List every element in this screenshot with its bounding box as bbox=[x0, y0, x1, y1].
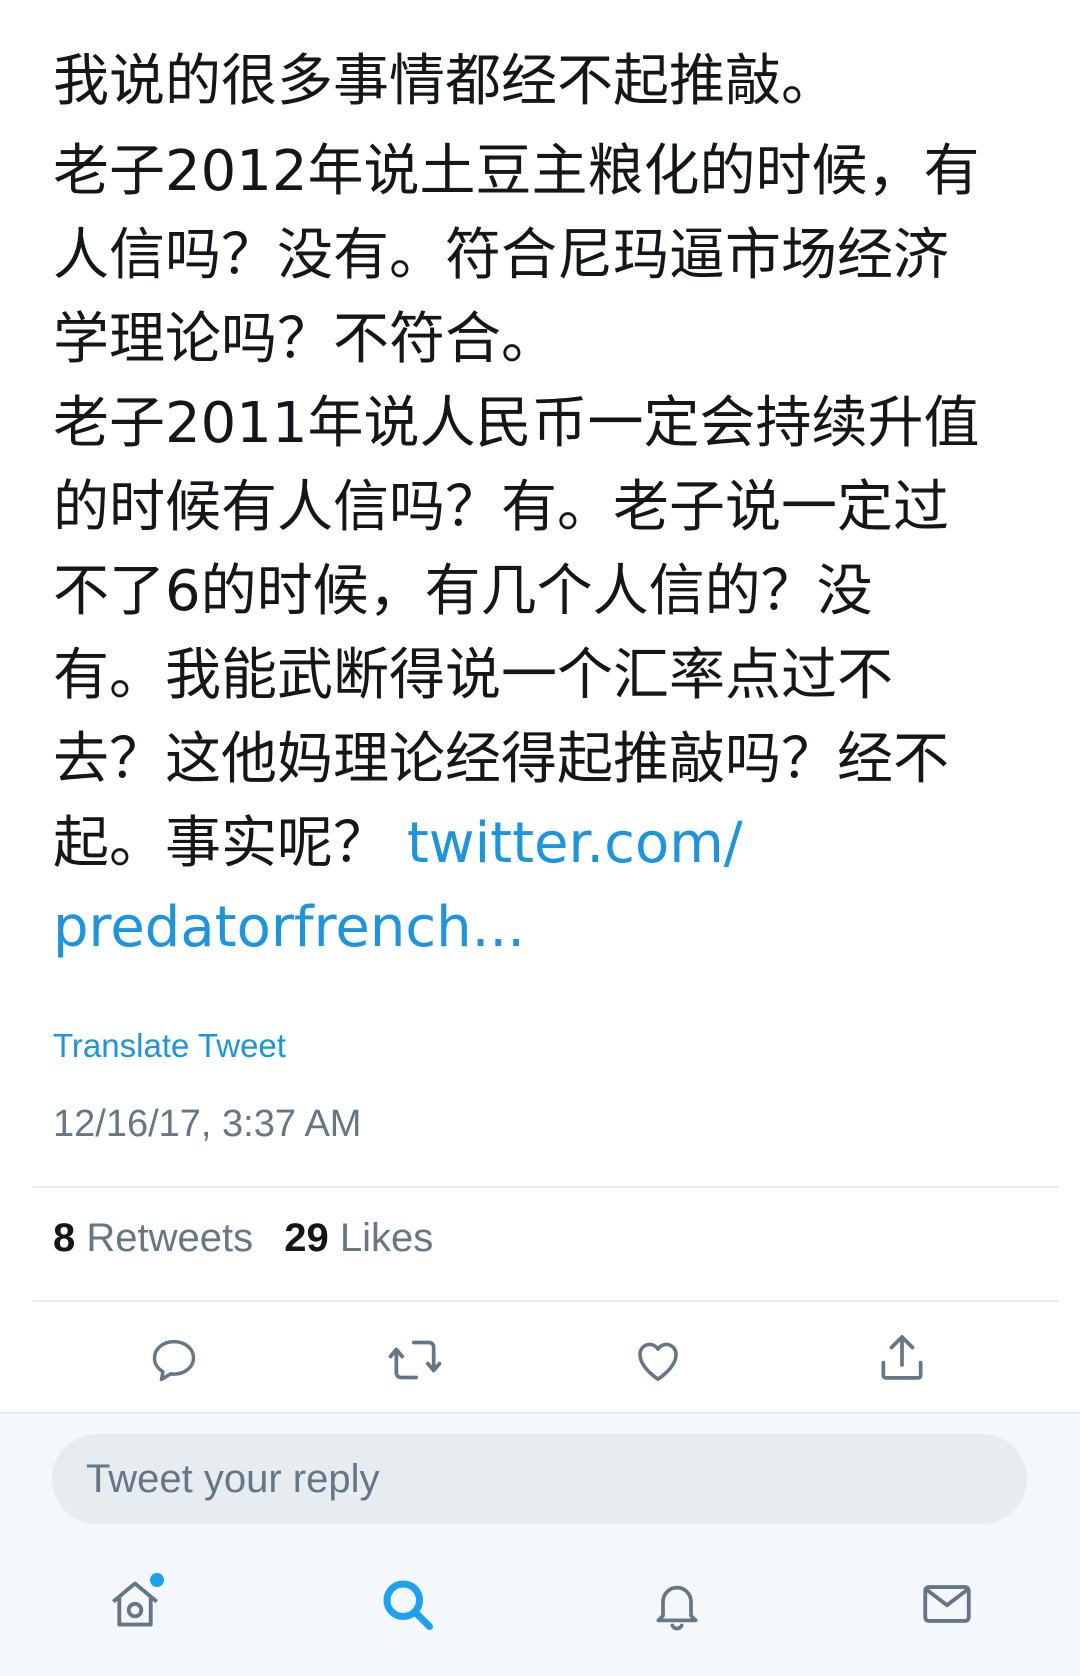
tab-search[interactable] bbox=[372, 1569, 442, 1639]
translate-tweet-link[interactable]: Translate Tweet bbox=[53, 1027, 286, 1065]
divider bbox=[33, 1300, 1058, 1302]
tab-messages[interactable] bbox=[912, 1569, 982, 1639]
retweet-button[interactable] bbox=[385, 1330, 445, 1390]
tweet-line: 人信吗？没有。符合尼玛逼市场经济 bbox=[53, 223, 949, 288]
search-icon bbox=[383, 1580, 433, 1630]
tweet-timestamp: 12/16/17, 3:37 AM bbox=[53, 1103, 362, 1145]
likes-label: Likes bbox=[339, 1216, 434, 1260]
home-notification-dot bbox=[150, 1573, 164, 1587]
tweet-action-bar bbox=[0, 1322, 1080, 1398]
tweet-link[interactable]: twitter.com/ bbox=[407, 811, 743, 876]
tweet-text: 我说的很多事情都经不起推敲。 老子2012年说土豆主粮化的时候，有 人信吗？没有… bbox=[53, 40, 1033, 970]
tweet-line: 老子2012年说土豆主粮化的时候，有 bbox=[53, 139, 980, 204]
reply-button[interactable] bbox=[144, 1330, 204, 1390]
tweet-link-continued[interactable]: predatorfrench... bbox=[53, 895, 525, 960]
like-icon bbox=[638, 1342, 678, 1381]
reply-and-tabbar-area bbox=[0, 1412, 1080, 1676]
tweet-line: 不了6的时候，有几个人信的？没 bbox=[53, 559, 873, 624]
tweet-line: 去？这他妈理论经得起推敲吗？经不 bbox=[53, 727, 949, 792]
retweets-count: 8 bbox=[53, 1216, 76, 1260]
share-icon bbox=[881, 1335, 923, 1380]
reply-input[interactable] bbox=[52, 1434, 1027, 1524]
tweet-line-text: 起。事实呢？ bbox=[53, 811, 389, 876]
tweet-paragraph-1: 我说的很多事情都经不起推敲。 bbox=[53, 49, 837, 114]
tweet-line: 老子2011年说人民币一定会持续升值 bbox=[53, 391, 980, 456]
notifications-icon bbox=[656, 1585, 698, 1631]
tweet-line: 的时候有人信吗？有。老子说一定过 bbox=[53, 475, 949, 540]
tweet-stats: 8 Retweets 29 Likes bbox=[53, 1216, 453, 1261]
reply-icon bbox=[152, 1339, 196, 1382]
tweet-paragraph-2: 老子2012年说土豆主粮化的时候，有 人信吗？没有。符合尼玛逼市场经济 学理论吗… bbox=[53, 130, 1033, 970]
tweet-line: 学理论吗？不符合。 bbox=[53, 307, 557, 372]
likes-stat[interactable]: 29 Likes bbox=[284, 1216, 433, 1260]
messages-icon bbox=[923, 1585, 971, 1623]
share-button[interactable] bbox=[872, 1328, 932, 1388]
likes-count: 29 bbox=[284, 1216, 329, 1260]
tab-notifications[interactable] bbox=[642, 1569, 712, 1639]
retweets-stat[interactable]: 8 Retweets bbox=[53, 1216, 253, 1260]
retweets-label: Retweets bbox=[86, 1216, 254, 1260]
like-button[interactable] bbox=[628, 1330, 688, 1390]
retweet-icon bbox=[388, 1340, 442, 1380]
tweet-line: 有。我能武断得说一个汇率点过不 bbox=[53, 643, 893, 708]
tweet-line-with-link: 起。事实呢？ twitter.com/ bbox=[53, 802, 1033, 886]
divider bbox=[33, 1186, 1058, 1188]
tweet-link-continued-line: predatorfrench... bbox=[53, 886, 1033, 970]
